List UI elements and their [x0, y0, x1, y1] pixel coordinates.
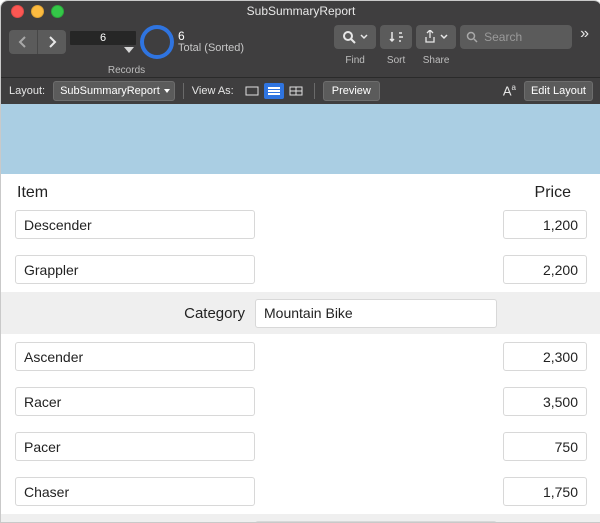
column-headers: Item Price [1, 174, 600, 202]
record-row[interactable]: Descender 1,200 [1, 202, 600, 247]
item-field[interactable]: Chaser [15, 477, 255, 506]
item-field[interactable]: Pacer [15, 432, 255, 461]
layout-name: SubSummaryReport [60, 85, 160, 97]
price-field[interactable]: 1,750 [503, 477, 587, 506]
category-field[interactable]: Mountain Bike [255, 299, 497, 328]
record-slider[interactable]: 6 [70, 31, 136, 53]
category-label: Category [15, 305, 255, 322]
search-icon [466, 31, 478, 43]
toolbar: 6 6 Total (Sorted) Records Find [1, 21, 600, 77]
search-input[interactable] [482, 29, 550, 45]
price-header: Price [535, 184, 585, 202]
view-list-button[interactable] [264, 83, 284, 99]
titlebar: SubSummaryReport [1, 1, 600, 21]
chevron-down-icon [440, 34, 448, 40]
price-field[interactable]: 750 [503, 432, 587, 461]
record-row[interactable]: Grappler 2,200 [1, 247, 600, 292]
form-view-icon [245, 86, 259, 96]
view-as-label: View As: [192, 85, 234, 97]
sort-button[interactable] [380, 25, 412, 49]
layout-selector[interactable]: SubSummaryReport [53, 81, 175, 101]
share-icon [424, 30, 436, 44]
app-window: SubSummaryReport 6 6 [0, 0, 600, 523]
sort-icon [388, 30, 404, 44]
sort-toolbar-label: Sort [387, 55, 405, 66]
price-field[interactable]: 2,300 [503, 342, 587, 371]
preview-button[interactable]: Preview [323, 81, 380, 101]
record-totals: 6 Total (Sorted) [178, 30, 244, 54]
sub-summary-row: CategoryMountain Bike [1, 292, 600, 334]
price-field[interactable]: 1,200 [503, 210, 587, 239]
item-field[interactable]: Racer [15, 387, 255, 416]
chevron-down-icon [360, 34, 368, 40]
chevron-left-icon [18, 36, 28, 48]
header-part [1, 104, 600, 174]
pie-progress-icon [140, 25, 174, 59]
window-title: SubSummaryReport [1, 4, 600, 18]
record-row[interactable]: Racer 3,500 [1, 379, 600, 424]
formatting-bar-toggle[interactable]: Aa [503, 83, 516, 98]
chevron-right-icon [47, 36, 57, 48]
edit-layout-button[interactable]: Edit Layout [524, 81, 593, 101]
search-field[interactable] [460, 25, 572, 49]
find-toolbar-label: Find [345, 55, 364, 66]
table-view-icon [289, 86, 303, 96]
item-field[interactable]: Descender [15, 210, 255, 239]
search-icon [342, 30, 356, 44]
layout-bar: Layout: SubSummaryReport View As: Previe… [1, 77, 600, 104]
share-toolbar-label: Share [423, 55, 450, 66]
layout-label: Layout: [9, 85, 45, 97]
list-view-icon [267, 86, 281, 96]
item-field[interactable]: Grappler [15, 255, 255, 284]
current-record-number: 6 [70, 31, 136, 45]
next-record-button[interactable] [38, 30, 66, 54]
item-header: Item [17, 184, 48, 202]
records-toolbar-label: Records [108, 65, 145, 76]
share-button[interactable] [416, 25, 456, 49]
prev-record-button[interactable] [9, 30, 38, 54]
total-records-number: 6 [178, 30, 244, 42]
item-field[interactable]: Ascender [15, 342, 255, 371]
toolbar-overflow-button[interactable]: » [576, 25, 593, 43]
record-row[interactable]: Ascender 2,300 [1, 334, 600, 379]
total-records-caption: Total (Sorted) [178, 42, 244, 54]
find-button[interactable] [334, 25, 376, 49]
record-row[interactable]: Pacer 750 [1, 424, 600, 469]
view-table-button[interactable] [286, 83, 306, 99]
view-form-button[interactable] [242, 83, 262, 99]
layout-body: Item Price Descender 1,200 Grappler 2,200 Ca… [1, 104, 600, 522]
price-field[interactable]: 3,500 [503, 387, 587, 416]
record-row[interactable]: Chaser 1,750 [1, 469, 600, 514]
price-field[interactable]: 2,200 [503, 255, 587, 284]
